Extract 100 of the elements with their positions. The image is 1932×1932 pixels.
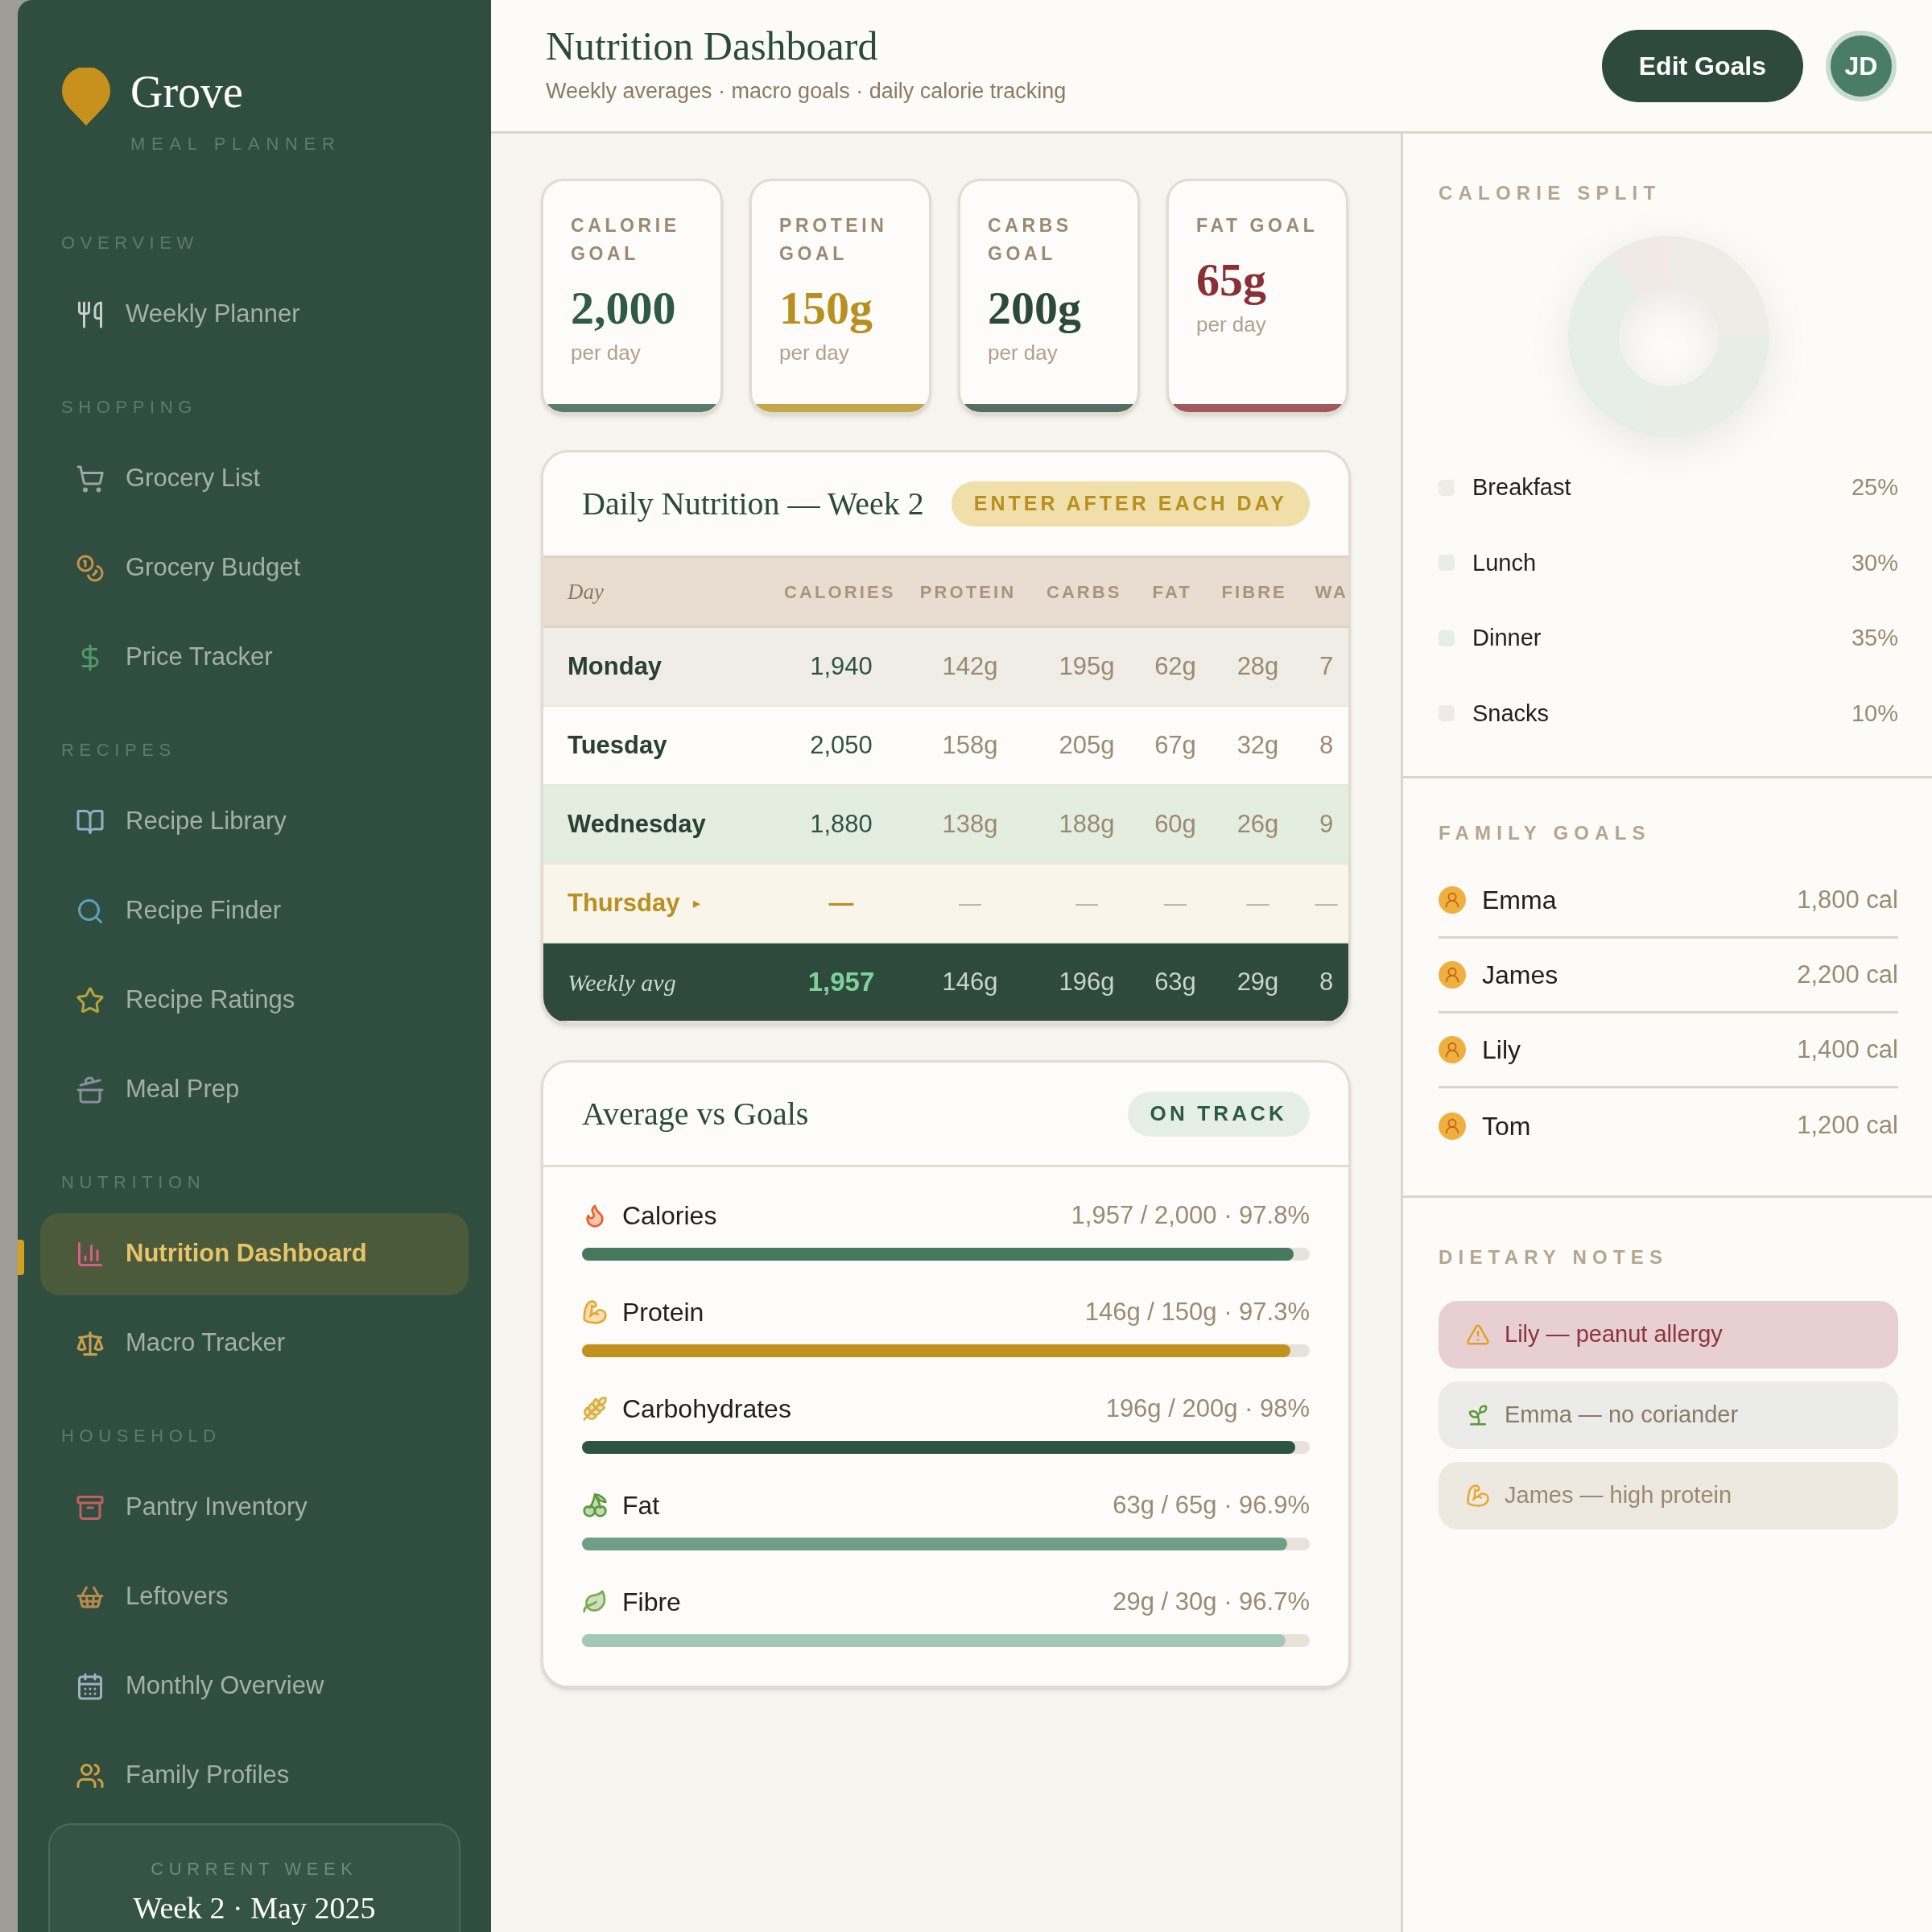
table-cell-text: 8 [1318, 729, 1335, 761]
column-header: FIBRE [1220, 580, 1288, 604]
table-cell-text: 32g [1236, 729, 1280, 761]
macro-label: Carbohydrates [622, 1393, 792, 1425]
goal-label: PROTEIN GOAL [779, 214, 889, 266]
avatar-icon [1439, 961, 1466, 989]
nav-item[interactable]: Grocery List [40, 437, 469, 520]
nav-item[interactable]: Nutrition Dashboard [40, 1212, 469, 1295]
goal-unit: per day [571, 340, 642, 366]
table-cell-text: 63g [1154, 966, 1197, 997]
table-cell-text: 142g [941, 650, 999, 682]
macro-reading: 29g / 30g · 96.7% [1113, 1586, 1310, 1617]
goal-unit: per day [988, 340, 1059, 366]
user-avatar[interactable]: JD [1826, 30, 1897, 101]
legend-value: 10% [1851, 699, 1898, 728]
table-cell-text: — [1075, 890, 1099, 917]
card-title: Average vs Goals [582, 1094, 809, 1133]
table-cell-text: 196g [1058, 966, 1116, 997]
nav-item[interactable]: Macro Tracker [40, 1302, 469, 1385]
table-cell-text: 1,940 [809, 650, 873, 682]
table-cell-text: 1,880 [809, 808, 873, 840]
status-badge: ENTER AFTER EACH DAY [951, 481, 1310, 526]
nav-item[interactable]: Weekly Planner [40, 273, 469, 356]
table-cell-text: — [1163, 890, 1187, 917]
table-cell-text: 26g [1236, 808, 1280, 840]
day-cell-text: Weekly avg [568, 968, 676, 997]
cooking-pot-icon [76, 1075, 105, 1104]
macro-label: Calories [622, 1200, 718, 1232]
macro-label: Protein [622, 1297, 705, 1328]
column-header: Day [566, 578, 605, 605]
day-cell-text: Thursday [568, 887, 680, 919]
page-title: Nutrition Dashboard [546, 23, 879, 69]
member-goal: 2,200 cal [1797, 959, 1898, 990]
page-subtitle: Weekly averages · macro goals · daily calorie tracking [546, 78, 1067, 105]
edit-goals-button[interactable]: Edit Goals [1601, 29, 1803, 102]
goal-value: 2,000 [571, 283, 677, 334]
calendar-icon [76, 1671, 105, 1701]
table-cell-text: 195g [1058, 650, 1116, 682]
macro-label: Fibre [622, 1587, 682, 1618]
legend-value: 30% [1851, 548, 1898, 577]
table-cell-text: 146g [941, 966, 999, 997]
legend-label: Lunch [1472, 548, 1537, 577]
macro-reading: 196g / 200g · 98% [1105, 1393, 1310, 1424]
status-badge: ON TRACK [1127, 1091, 1310, 1137]
column-header: PROTEIN [919, 580, 1018, 604]
dietary-note: Lily — peanut allergy [1439, 1301, 1898, 1368]
nav-item[interactable]: Recipe Library [40, 780, 469, 863]
goal-value: 150g [779, 283, 873, 334]
section-label: CALORIE SPLIT [1439, 182, 1662, 204]
column-header: CALORIES [783, 580, 897, 604]
nav-item[interactable]: Recipe Finder [40, 869, 469, 952]
table-cell-text: — [1314, 890, 1339, 917]
avatar-icon [1439, 1112, 1466, 1140]
goal-label: CARBS GOAL [988, 214, 1073, 266]
nav-item[interactable]: Monthly Overview [40, 1645, 469, 1728]
macro-reading: 146g / 150g · 97.3% [1084, 1296, 1310, 1327]
coins-icon [76, 553, 105, 583]
nav-item[interactable]: Price Tracker [40, 616, 469, 699]
column-header: CARBS [1045, 580, 1123, 604]
active-indicator [18, 1240, 24, 1275]
member-name: Emma [1482, 885, 1558, 916]
nav-item[interactable]: Recipe Ratings [40, 959, 469, 1042]
current-week-value: Week 2 · May 2025 [133, 1890, 376, 1926]
table-cell-text: — [1245, 890, 1270, 917]
nav-item[interactable]: Family Profiles [40, 1734, 469, 1817]
table-cell-text: 2,050 [809, 729, 873, 761]
brand-name: Grove [130, 68, 244, 116]
goal-label: CALORIE GOAL [571, 214, 681, 266]
member-name: James [1482, 960, 1559, 991]
table-cell-text: 62g [1154, 650, 1197, 682]
nav-item[interactable]: Pantry Inventory [40, 1466, 469, 1549]
table-cell-text: 205g [1058, 729, 1116, 761]
dietary-note: Emma — no coriander [1439, 1381, 1898, 1449]
wheat-icon [582, 1396, 608, 1422]
legend-label: Breakfast [1472, 473, 1572, 502]
nav-item[interactable]: Grocery Budget [40, 526, 469, 609]
utensils-icon [76, 299, 105, 329]
section-label: FAMILY GOALS [1439, 822, 1651, 844]
column-header: WA [1314, 580, 1348, 604]
table-cell-text: 8 [1318, 966, 1335, 997]
warning-icon [1466, 1323, 1490, 1347]
table-cell-text: 158g [941, 729, 999, 761]
avatar-icon [1439, 886, 1466, 914]
day-cell-text: Wednesday [568, 808, 706, 840]
card-title: Daily Nutrition — Week 2 [582, 485, 924, 523]
nav-item[interactable]: Meal Prep [40, 1048, 469, 1131]
table-cell-text: 7 [1318, 650, 1335, 682]
goal-unit: per day [1196, 312, 1267, 338]
shopping-cart-icon [76, 464, 105, 493]
nav-item[interactable]: Leftovers [40, 1555, 469, 1638]
macro-label: Fat [622, 1490, 661, 1521]
day-cell-text: Monday [568, 650, 663, 682]
table-cell-text: — [958, 890, 982, 917]
macro-reading: 1,957 / 2,000 · 97.8% [1071, 1199, 1310, 1231]
flexed-arm-icon [1466, 1484, 1490, 1508]
goal-label: FAT GOAL [1196, 214, 1319, 237]
logo-icon [61, 68, 111, 126]
leaf-icon [582, 1589, 608, 1615]
legend-label: Dinner [1472, 624, 1542, 652]
today-marker: ▸ [692, 894, 700, 913]
